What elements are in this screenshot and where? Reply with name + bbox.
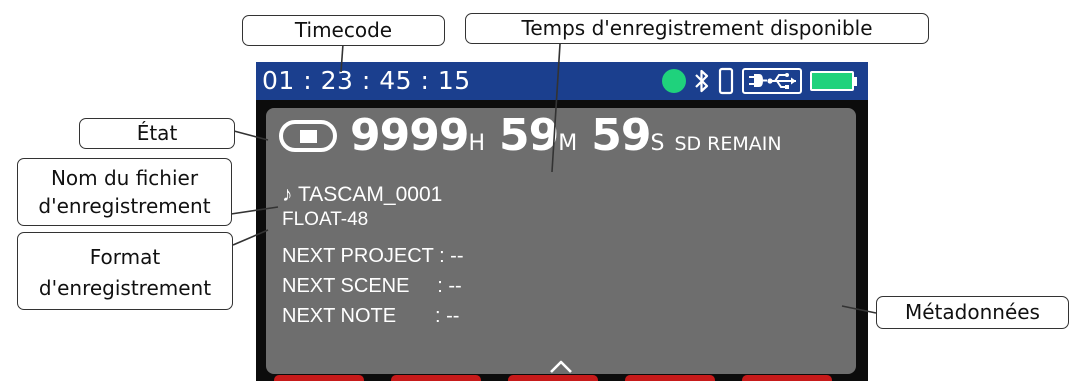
stop-icon	[279, 120, 337, 152]
callout-file-name-line2: d'enregistrement	[38, 194, 211, 218]
input-indicator-icon	[662, 69, 686, 93]
metadata-note: NEXT NOTE : --	[282, 305, 460, 327]
callout-time-available: Temps d'enregistrement disponible	[465, 13, 929, 44]
metadata-scene: NEXT SCENE : --	[282, 275, 462, 297]
callout-timecode: Timecode	[242, 15, 445, 46]
remain-minutes: 59	[499, 110, 559, 161]
recording-format: FLOAT-48	[282, 209, 369, 230]
main-panel: 9999H 59M 59S SD REMAIN ♪ TASCAM_0001 FLOAT…	[266, 108, 856, 374]
callout-metadata: Métadonnées	[876, 296, 1069, 329]
timecode-display: 01 : 23 : 45 : 15	[262, 66, 471, 95]
remain-seconds-unit: S	[650, 131, 665, 156]
callout-state: État	[79, 118, 235, 149]
function-tab-5[interactable]	[742, 375, 832, 381]
file-name: TASCAM_0001	[297, 183, 443, 206]
sd-remain-label: SD REMAIN	[674, 133, 782, 155]
function-tab-3[interactable]	[508, 375, 598, 381]
remain-hours: 9999	[350, 110, 469, 161]
device-screen: 01 : 23 : 45 : 15 9999H 59M 59S SD REMAI…	[256, 62, 868, 381]
music-note-icon: ♪	[282, 183, 293, 206]
remain-seconds: 59	[591, 110, 651, 161]
callout-format: Format d'enregistrement	[17, 232, 233, 310]
remain-hours-unit: H	[468, 131, 486, 156]
function-tab-4[interactable]	[625, 375, 715, 381]
remain-minutes-unit: M	[558, 131, 578, 156]
function-tab-2[interactable]	[391, 375, 481, 381]
usb-power-icon	[742, 68, 802, 94]
battery-icon	[810, 70, 858, 92]
phone-icon	[718, 67, 734, 95]
status-bar: 01 : 23 : 45 : 15	[256, 62, 868, 100]
callout-file-name-line1: Nom du fichier	[50, 166, 199, 190]
file-name-row: ♪ TASCAM_0001	[282, 183, 442, 207]
status-icons	[662, 67, 858, 95]
bluetooth-icon	[695, 69, 709, 93]
callout-format-line1: Format	[89, 245, 161, 269]
function-tab-1[interactable]	[274, 375, 364, 381]
metadata-project: NEXT PROJECT : --	[282, 245, 464, 267]
callout-file-name: Nom du fichier d'enregistrement	[17, 158, 232, 226]
remaining-time: 9999H 59M 59S SD REMAIN	[350, 110, 782, 161]
callout-format-line2: d'enregistrement	[38, 276, 212, 300]
